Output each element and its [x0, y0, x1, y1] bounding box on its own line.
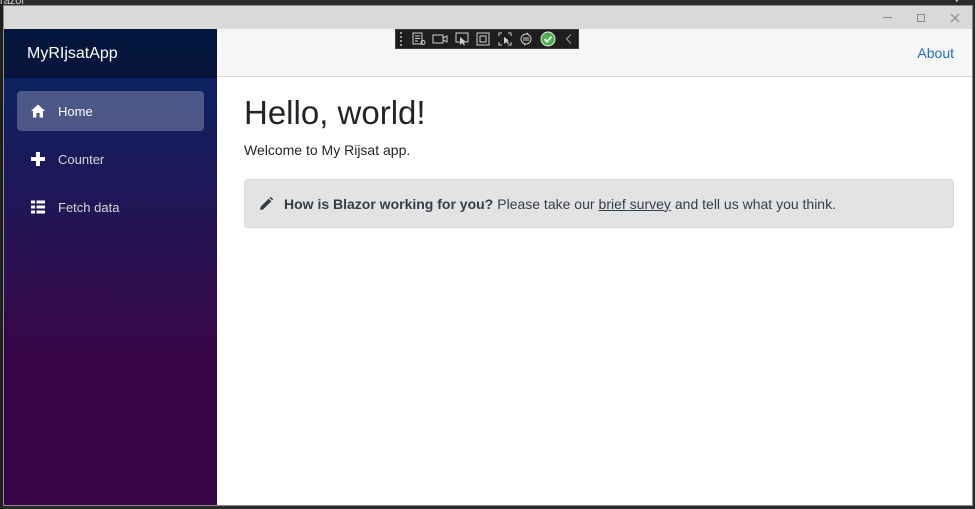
- survey-text-after: and tell us what you think.: [674, 195, 836, 212]
- track-focus-icon[interactable]: [496, 31, 514, 47]
- nav-menu: Home Counter Fetch data: [4, 78, 217, 227]
- hot-reload-icon[interactable]: [517, 31, 535, 47]
- brand-row: MyRIjsatApp: [4, 29, 217, 78]
- brief-survey-link[interactable]: brief survey: [599, 196, 671, 212]
- home-icon: [30, 103, 46, 119]
- sidebar-item-fetch-data[interactable]: Fetch data: [17, 187, 204, 227]
- sidebar-item-label: Fetch data: [58, 199, 120, 215]
- top-row: About: [217, 29, 972, 77]
- desktop-background: razor ✦ MyRIjsatApp Home Counter Fetch d…: [0, 0, 975, 509]
- survey-prompt: How is Blazor working for you? Please ta…: [244, 179, 954, 228]
- plus-icon: [30, 151, 46, 167]
- app-brand[interactable]: MyRIjsatApp: [27, 45, 118, 63]
- sidebar-item-home[interactable]: Home: [17, 91, 204, 131]
- title-bar[interactable]: [4, 6, 972, 29]
- collapse-chevron-icon[interactable]: [561, 31, 579, 47]
- drag-grip-icon[interactable]: [400, 32, 406, 46]
- survey-question: How is Blazor working for you?: [284, 195, 494, 212]
- minimize-button[interactable]: [870, 6, 904, 29]
- page-content: Hello, world! Welcome to My Rijsat app. …: [217, 77, 972, 228]
- sidebar-item-label: Counter: [58, 151, 105, 167]
- check-icon[interactable]: [539, 31, 557, 47]
- survey-text-before: Please take our: [497, 195, 595, 212]
- welcome-text: Welcome to My Rijsat app.: [244, 142, 411, 158]
- about-link[interactable]: About: [917, 45, 954, 61]
- display-layout-adorners-icon[interactable]: [474, 31, 492, 47]
- xaml-devtools-toolbar: [395, 29, 579, 49]
- list-icon: [30, 199, 46, 215]
- select-element-icon[interactable]: [453, 31, 471, 47]
- sidebar-item-label: Home: [58, 103, 93, 119]
- page-title: Hello, world!: [244, 94, 426, 131]
- minimize-icon: [882, 17, 892, 18]
- sidebar-item-counter[interactable]: Counter: [17, 139, 204, 179]
- app-window: MyRIjsatApp Home Counter Fetch data Abou…: [3, 5, 973, 506]
- maximize-icon: [917, 13, 925, 22]
- close-button[interactable]: [938, 6, 972, 29]
- sidebar: MyRIjsatApp Home Counter Fetch data: [4, 29, 217, 505]
- live-visual-tree-icon[interactable]: [410, 31, 428, 47]
- maximize-button[interactable]: [904, 6, 938, 29]
- record-icon[interactable]: [431, 31, 449, 47]
- close-icon: [950, 13, 960, 22]
- main-area: About Hello, world! Welcome to My Rijsat…: [217, 29, 972, 505]
- pencil-icon: [258, 196, 274, 212]
